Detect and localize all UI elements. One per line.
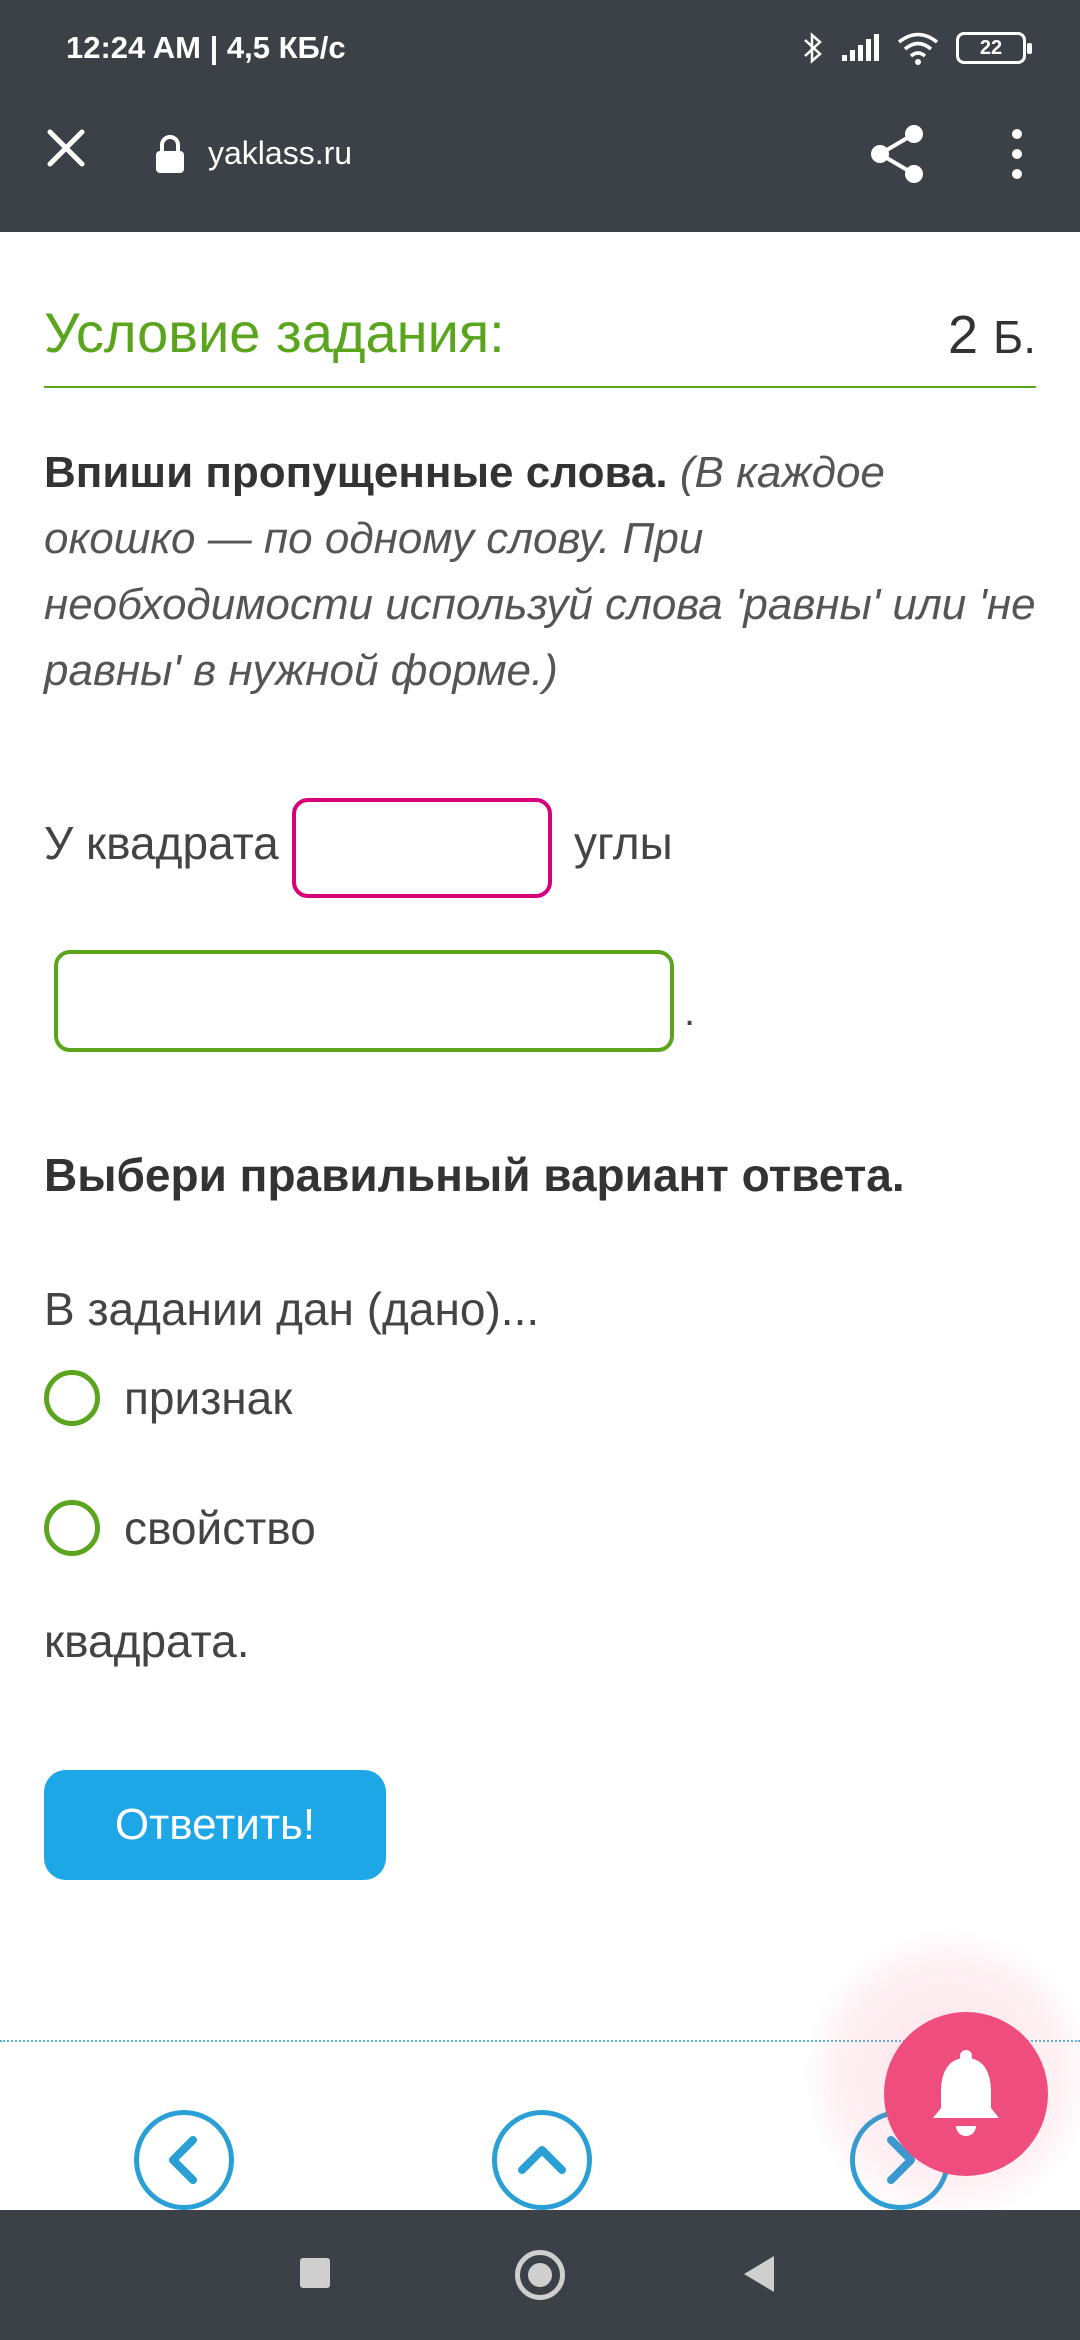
browser-topbar: 12:24 AM | 4,5 КБ/с 22 yaklass.ru — [0, 0, 1080, 232]
status-icons: 22 — [802, 26, 1032, 70]
back-icon[interactable] — [744, 2256, 774, 2292]
battery-level: 22 — [979, 36, 1003, 59]
radio-button[interactable] — [44, 1500, 100, 1556]
option-priznak[interactable]: признак — [44, 1370, 292, 1426]
question-tail: квадрата. — [44, 1615, 250, 1667]
bell-icon — [933, 2050, 999, 2136]
address-bar-url[interactable]: yaklass.ru — [208, 135, 352, 172]
instruction-bold: Впиши пропущенные слова. — [44, 448, 668, 497]
scroll-top-button[interactable] — [492, 2110, 592, 2210]
choose-heading: Выбери правильный вариант ответа. — [44, 1149, 905, 1201]
option-label: свойство — [124, 1502, 316, 1554]
chevron-left-icon — [169, 2136, 197, 2184]
question-text: В задании дан (дано)... — [44, 1283, 540, 1335]
status-time: 12:24 AM | 4,5 КБ/с — [66, 30, 346, 65]
task-instruction: Впиши пропущенные слова. (В каждое окошк… — [44, 440, 1044, 704]
home-icon[interactable] — [515, 2250, 565, 2300]
blank-input-2[interactable] — [54, 950, 674, 1052]
recents-icon[interactable] — [300, 2258, 330, 2288]
task-title: Условие задания: — [44, 301, 505, 364]
option-label: признак — [124, 1372, 293, 1424]
chevron-up-icon — [518, 2146, 566, 2174]
signal-icon — [842, 34, 879, 61]
sentence-start: У квадрата — [44, 817, 279, 869]
battery-icon: 22 — [956, 32, 1032, 64]
bluetooth-icon — [804, 32, 822, 64]
prev-task-button[interactable] — [134, 2110, 234, 2210]
title-divider — [44, 386, 1036, 388]
share-icon[interactable] — [868, 122, 926, 186]
option-svoistvo[interactable]: свойство — [44, 1500, 316, 1556]
lock-icon — [156, 135, 184, 173]
wifi-icon — [897, 32, 939, 65]
radio-button[interactable] — [44, 1370, 100, 1426]
points-unit: Б. — [993, 311, 1036, 363]
notifications-button[interactable] — [884, 2012, 1048, 2176]
task-points: 2 Б. — [948, 304, 1036, 366]
close-icon[interactable] — [42, 124, 90, 172]
sentence-middle: углы — [574, 817, 673, 869]
points-value: 2 — [947, 305, 979, 365]
sentence-end: . — [684, 990, 696, 1034]
blank-input-1[interactable] — [292, 798, 552, 898]
answer-button[interactable]: Ответить! — [44, 1770, 386, 1880]
more-vert-icon[interactable] — [1000, 124, 1034, 184]
